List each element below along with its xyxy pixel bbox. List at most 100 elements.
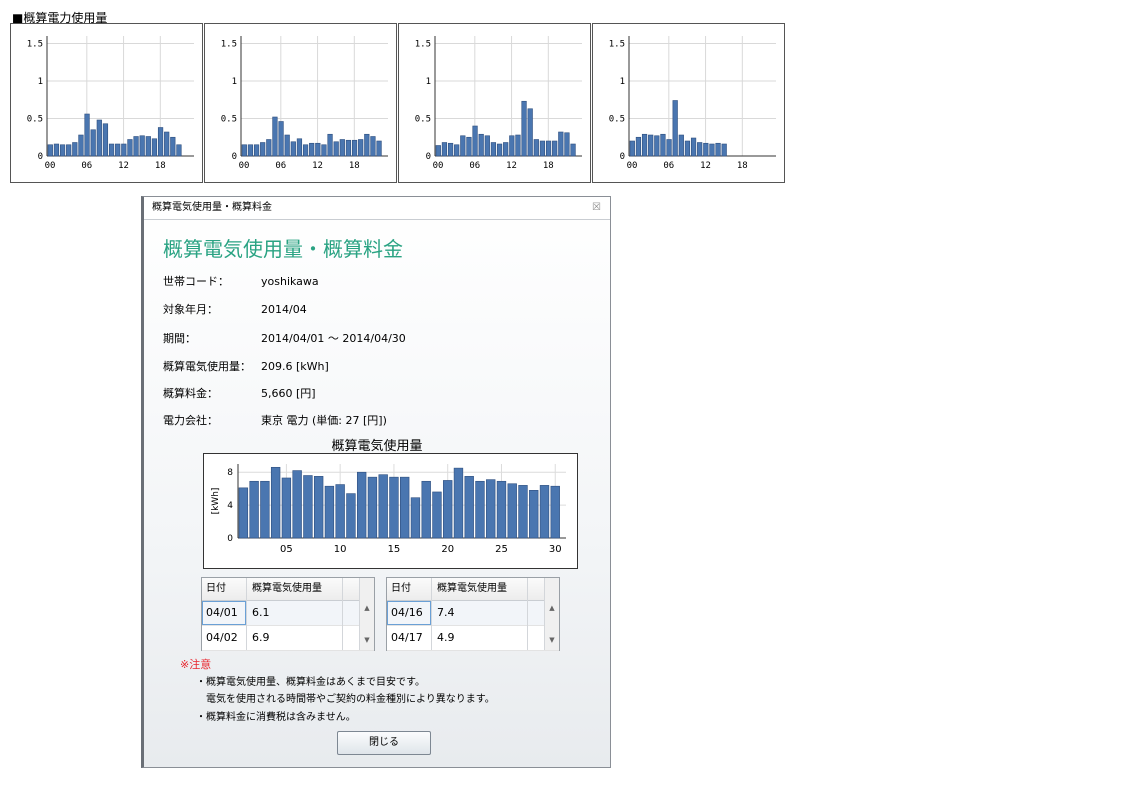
y-tick-label: 1 [426, 77, 431, 87]
scroll-up-icon[interactable]: ▲ [360, 604, 374, 612]
bar [721, 143, 727, 157]
bar [410, 497, 421, 539]
bar [346, 493, 356, 539]
x-tick-label: 05 [280, 544, 293, 555]
x-tick-label: 25 [495, 544, 508, 555]
table-row[interactable]: 04/16 7.4 [387, 601, 559, 626]
bar [529, 490, 539, 539]
notice-line: ・概算料金に消費税は含みません。 [196, 712, 356, 723]
table-cell-date[interactable]: 04/16 [387, 601, 431, 625]
bar [478, 133, 484, 157]
bar [351, 139, 358, 157]
table-row[interactable]: 04/17 4.9 [387, 626, 559, 651]
bar [564, 132, 570, 157]
y-tick-label: 1.5 [609, 40, 625, 50]
bar [376, 140, 382, 157]
close-icon[interactable]: ☒ [592, 197, 601, 219]
table-header: 日付 概算電気使用量 [202, 578, 374, 601]
chart-title: 概算電気使用量 [331, 439, 423, 454]
info-value: 東京 電力 (単価: 27 [円]) [261, 414, 387, 427]
bar [641, 133, 648, 157]
y-tick-label: 1.5 [221, 40, 237, 50]
table-cell-usage[interactable]: 6.9 [246, 626, 342, 650]
table-scrollbar[interactable]: ▲ ▼ [359, 578, 374, 650]
bar [284, 134, 290, 157]
close-button[interactable]: 閉じる [337, 731, 431, 755]
column-divider [342, 578, 343, 650]
bar [335, 484, 345, 539]
table-cell-usage[interactable]: 6.1 [246, 601, 342, 625]
info-value: yoshikawa [261, 275, 319, 288]
bar [447, 142, 454, 157]
bar [260, 480, 270, 539]
table-row[interactable]: 04/02 6.9 [202, 626, 374, 651]
bar [290, 141, 296, 157]
bar [484, 135, 490, 157]
table-cell-date[interactable]: 04/01 [202, 601, 246, 625]
bar [648, 134, 654, 157]
y-tick-label: 1 [232, 77, 237, 87]
info-row-company: 電力会社： 東京 電力 (単価: 27 [円]) [163, 412, 387, 428]
y-tick-label: 0.5 [415, 115, 431, 125]
bar [400, 476, 410, 539]
table-cell-usage[interactable]: 7.4 [431, 601, 527, 625]
table-cell-usage[interactable]: 4.9 [431, 626, 527, 650]
bar [241, 144, 247, 157]
hourly-chart-1: 1.5 1 0.5 0 00 06 12 18 [10, 23, 203, 183]
info-value: 2014/04 [261, 303, 307, 316]
bar [302, 144, 309, 157]
bar [466, 136, 472, 157]
table-cell-date[interactable]: 04/17 [387, 626, 431, 650]
dialog-titlebar: 概算電気使用量・概算料金 ☒ [144, 197, 610, 220]
bar [121, 143, 127, 157]
bar [270, 466, 281, 539]
x-tick-label: 18 [737, 161, 748, 171]
bar [629, 140, 635, 157]
bar [552, 140, 558, 157]
bar [96, 119, 102, 157]
bar [333, 141, 339, 157]
table-cell-date[interactable]: 04/02 [202, 626, 246, 650]
info-value: 209.6 [kWh] [261, 360, 329, 373]
bar [151, 138, 158, 157]
notice-line: 電気を使用される時間帯やご契約の料金種別により異なります。 [206, 694, 495, 705]
bar [358, 139, 364, 157]
bar [421, 480, 431, 539]
bar [441, 142, 448, 157]
bar [139, 135, 145, 157]
scroll-down-icon[interactable]: ▼ [545, 636, 559, 644]
bar [389, 476, 399, 539]
bar [47, 144, 53, 157]
bar [490, 142, 497, 157]
bar [303, 475, 313, 539]
bar [486, 479, 496, 539]
scroll-up-icon[interactable]: ▲ [545, 604, 559, 612]
info-label: 電力会社： [163, 414, 218, 427]
bar [432, 491, 442, 539]
bar [515, 134, 521, 157]
table-row[interactable]: 04/01 6.1 [202, 601, 374, 626]
column-header-usage[interactable]: 概算電気使用量 [431, 578, 527, 600]
bar [454, 144, 460, 157]
info-value: 2014/04/01 ～ 2014/04/30 [261, 332, 406, 345]
bar [84, 113, 90, 157]
y-axis-label: [kWh] [211, 488, 221, 515]
y-tick-label: 0 [38, 152, 43, 162]
table-scrollbar[interactable]: ▲ ▼ [544, 578, 559, 650]
scroll-down-icon[interactable]: ▼ [360, 636, 374, 644]
bar [164, 131, 170, 157]
column-header-usage[interactable]: 概算電気使用量 [246, 578, 342, 600]
bar [281, 477, 292, 539]
bar [313, 476, 324, 539]
x-tick-label: 06 [81, 161, 92, 171]
bar [539, 485, 550, 539]
bar [533, 139, 539, 157]
hourly-chart-2: 1.5 1 0.5 0 00 06 12 18 [204, 23, 397, 183]
bar [367, 476, 378, 539]
column-header-date[interactable]: 日付 [387, 578, 431, 600]
notice-line: ・概算電気使用量、概算料金はあくまで目安です。 [196, 677, 425, 688]
bar [345, 139, 352, 157]
column-header-date[interactable]: 日付 [202, 578, 246, 600]
bar [176, 144, 182, 157]
bar [53, 143, 60, 157]
